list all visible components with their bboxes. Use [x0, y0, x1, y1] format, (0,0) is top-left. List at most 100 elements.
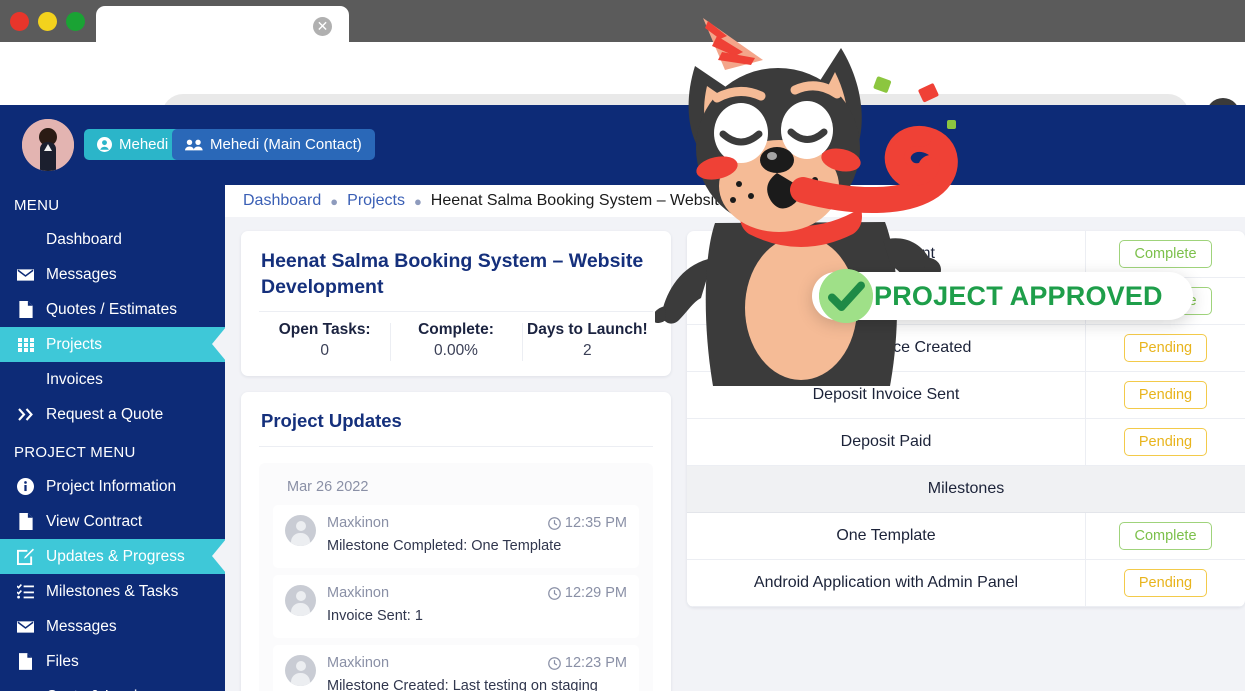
- project-approved-label: PROJECT APPROVED: [874, 280, 1163, 311]
- sidebar-item-invoices[interactable]: Invoices: [0, 362, 225, 397]
- row-status: Pending: [1085, 560, 1245, 606]
- contact-badge-label: Mehedi (Main Contact): [210, 136, 362, 153]
- update-author: Maxkinon: [327, 585, 390, 602]
- stat-complete: Complete: 0.00%: [390, 321, 521, 362]
- browser-navbar: ← → ⟳ https://maxkinon.com/client-dashbo…: [0, 42, 1245, 136]
- breadcrumb-separator: ●: [413, 193, 422, 209]
- info-icon: [16, 478, 35, 495]
- stat-value: 0: [320, 342, 329, 360]
- screenshot-root: ✕ ← → ⟳ https://maxkinon.com/client-dash…: [0, 0, 1245, 691]
- sidebar-item-label: Invoices: [46, 370, 103, 388]
- project-updates-card: Project Updates Mar 26 2022 Maxkinon 12:…: [241, 392, 671, 691]
- update-time: 12:35 PM: [548, 515, 627, 531]
- browser-tabstrip: ✕: [0, 0, 1245, 42]
- row-status: Pending: [1085, 325, 1245, 371]
- clock-icon: [548, 657, 561, 670]
- stat-label: Days to Launch!: [527, 321, 648, 339]
- window-traffic-lights: [10, 12, 85, 31]
- sidebar-item-projects[interactable]: Projects: [0, 327, 225, 362]
- avatar: [285, 655, 316, 687]
- sidebar-menu-title: MENU: [14, 197, 60, 214]
- status-badge: Pending: [1123, 569, 1208, 597]
- row-name: Deposit Paid: [840, 433, 932, 450]
- sidebar-item-label: Project Information: [46, 477, 177, 495]
- status-badge: Complete: [1119, 522, 1212, 550]
- sidebar-item-view-contract[interactable]: View Contract: [0, 504, 225, 539]
- window-maximize-button[interactable]: [66, 12, 85, 31]
- update-body: Maxkinon 12:23 PM Milestone Created: Las…: [327, 655, 627, 691]
- list-check-icon: [16, 584, 35, 599]
- sidebar-item-label: Updates & Progress: [46, 547, 185, 565]
- sidebar-item-costs-invoices[interactable]: Costs & Invoices: [0, 679, 225, 691]
- update-author: Maxkinon: [327, 515, 390, 532]
- user-badge[interactable]: Mehedi: [84, 129, 182, 160]
- update-time-label: 12:35 PM: [564, 515, 627, 532]
- sidebar-item-project-information[interactable]: Project Information: [0, 469, 225, 504]
- party-cat-mascot: [655, 18, 958, 386]
- breadcrumb-separator: ●: [330, 193, 339, 209]
- sidebar-item-quotes-estimates[interactable]: Quotes / Estimates: [0, 292, 225, 327]
- list-item[interactable]: Maxkinon 12:29 PM Invoice Sent: 1: [273, 575, 639, 639]
- list-item[interactable]: Maxkinon 12:35 PM Milestone Completed: O…: [273, 505, 639, 569]
- update-meta: Maxkinon 12:23 PM: [327, 655, 627, 671]
- project-stats: Open Tasks: 0 Complete: 0.00% Days to La…: [259, 311, 653, 376]
- update-author: Maxkinon: [327, 655, 390, 672]
- user-circle-icon: [97, 137, 112, 152]
- row-status: Pending: [1085, 372, 1245, 418]
- status-badge: Pending: [1123, 334, 1208, 362]
- avatar: [285, 585, 316, 617]
- update-date: Mar 26 2022: [287, 479, 369, 496]
- envelope-icon: [16, 620, 35, 634]
- table-row[interactable]: Deposit Paid Pending: [687, 419, 1245, 466]
- sidebar-item-label: Costs & Invoices: [46, 688, 161, 691]
- project-summary-card: Heenat Salma Booking System – Website De…: [241, 231, 671, 377]
- sidebar-item-label: Quotes / Estimates: [46, 300, 177, 318]
- left-column: Heenat Salma Booking System – Website De…: [241, 231, 671, 691]
- app-header: Mehedi Mehedi (Main Contact): [0, 105, 1245, 254]
- row-status: Pending: [1085, 419, 1245, 465]
- status-badge: Complete: [1119, 240, 1212, 268]
- table-row[interactable]: One Template Complete: [687, 513, 1245, 560]
- update-time: 12:23 PM: [548, 655, 627, 671]
- status-badge: Pending: [1123, 428, 1208, 456]
- document-icon: [16, 513, 35, 530]
- sidebar-item-label: Projects: [46, 335, 102, 353]
- sidebar-item-files[interactable]: Files: [0, 644, 225, 679]
- row-name: Deposit Invoice Sent: [812, 386, 960, 403]
- sidebar-item-milestones-tasks[interactable]: Milestones & Tasks: [0, 574, 225, 609]
- window-minimize-button[interactable]: [38, 12, 57, 31]
- sidebar-item-label: Milestones & Tasks: [46, 582, 179, 600]
- stat-value: 2: [583, 342, 592, 360]
- sidebar-item-request-a-quote[interactable]: Request a Quote: [0, 397, 225, 432]
- contact-badge[interactable]: Mehedi (Main Contact): [172, 129, 375, 160]
- avatar[interactable]: [22, 119, 74, 171]
- sidebar-item-label: Request a Quote: [46, 405, 164, 423]
- list-item[interactable]: Maxkinon 12:23 PM Milestone Created: Las…: [273, 645, 639, 691]
- browser-tab[interactable]: ✕: [96, 6, 349, 42]
- sidebar-item-dashboard[interactable]: Dashboard: [0, 222, 225, 257]
- sidebar-item-label: View Contract: [46, 512, 143, 530]
- avatar: [285, 515, 316, 547]
- clock-icon: [548, 517, 561, 530]
- breadcrumb-projects[interactable]: Projects: [347, 192, 405, 210]
- stat-days-to-launch: Days to Launch! 2: [521, 321, 653, 362]
- update-body: Maxkinon 12:29 PM Invoice Sent: 1: [327, 585, 627, 626]
- row-name: Android Application with Admin Panel: [753, 574, 1019, 591]
- update-time-label: 12:29 PM: [564, 585, 627, 602]
- window-close-button[interactable]: [10, 12, 29, 31]
- edit-icon: [16, 548, 35, 565]
- sidebar-item-label: Files: [46, 652, 79, 670]
- update-text: Milestone Completed: One Template: [327, 538, 562, 555]
- sidebar-item-messages[interactable]: Messages: [0, 257, 225, 292]
- table-row[interactable]: Android Application with Admin Panel Pen…: [687, 560, 1245, 607]
- document-icon: [16, 301, 35, 318]
- row-status: Complete: [1085, 231, 1245, 277]
- sidebar-item-updates-progress[interactable]: Updates & Progress: [0, 539, 225, 574]
- sidebar-item-project-messages[interactable]: Messages: [0, 609, 225, 644]
- stat-value: 0.00%: [434, 342, 478, 360]
- stat-open-tasks: Open Tasks: 0: [259, 321, 390, 360]
- breadcrumb-dashboard[interactable]: Dashboard: [243, 192, 321, 210]
- update-group: Mar 26 2022 Maxkinon 12:35 PM Milestone …: [259, 463, 653, 691]
- update-body: Maxkinon 12:35 PM Milestone Completed: O…: [327, 515, 627, 556]
- tab-close-icon[interactable]: ✕: [313, 17, 332, 36]
